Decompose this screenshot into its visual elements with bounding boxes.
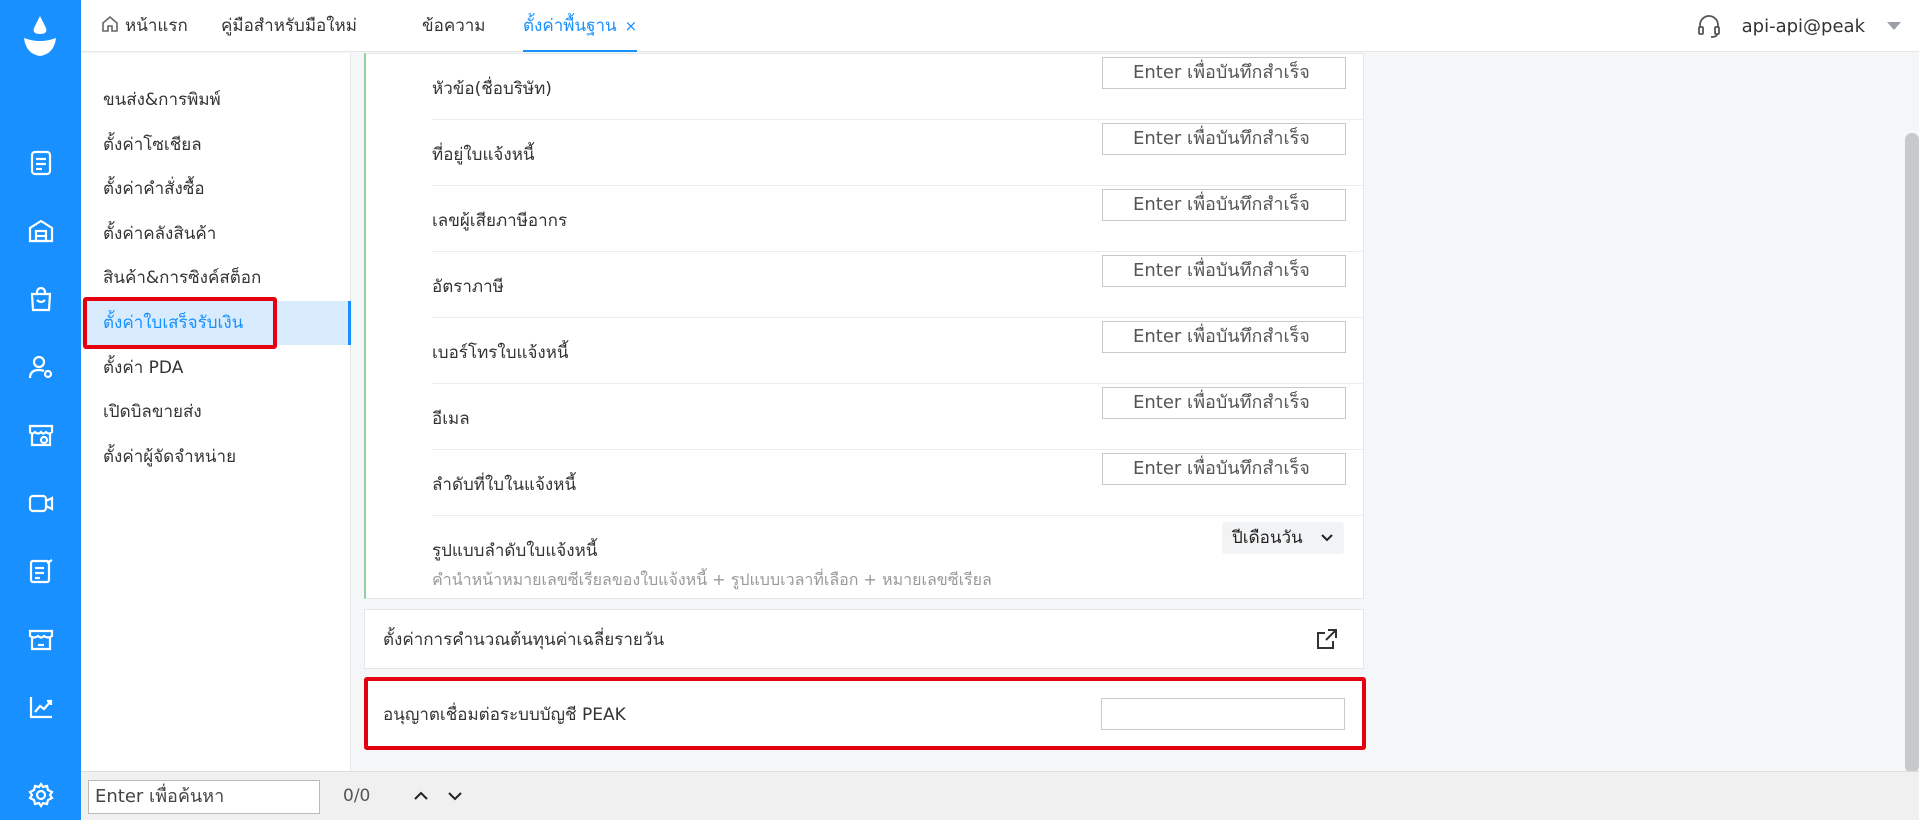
field-row-tax-id: เลขผู้เสียภาษีอากร Enter เพื่อบันทึกสำเร… xyxy=(366,186,1364,252)
field-row-invoice-sequence: ลำดับที่ใบในแจ้งหนี้ Enter เพื่อบันทึกสำ… xyxy=(366,450,1364,516)
company-title-input[interactable]: Enter เพื่อบันทึกสำเร็จ xyxy=(1102,57,1346,89)
user-name: api-api@peak xyxy=(1741,15,1865,37)
store-settings-icon[interactable] xyxy=(26,420,56,450)
field-label: ที่อยู่ใบแจ้งหนี้ xyxy=(432,145,535,165)
sidebar-item-distributor[interactable]: ตั้งค่าผู้จัดจำหน่าย xyxy=(81,435,351,479)
field-label: เลขผู้เสียภาษีอากร xyxy=(432,211,568,231)
tab-messages[interactable]: ข้อความ xyxy=(422,0,486,52)
tab-basic-settings[interactable]: ตั้งค่าพื้นฐาน × xyxy=(523,0,638,52)
find-bar: Enter เพื่อค้นหา 0/0 xyxy=(81,771,1919,820)
tab-home[interactable]: หน้าแรก xyxy=(101,0,188,52)
chart-trend-icon[interactable] xyxy=(26,692,56,722)
headset-icon[interactable] xyxy=(1696,13,1722,39)
field-row-invoice-phone: เบอร์โทรใบแจ้งหนี้ Enter เพื่อบันทึกสำเร… xyxy=(366,318,1364,384)
close-tab-icon[interactable]: × xyxy=(625,17,638,35)
peak-integration-label: อนุญาตเชื่อมต่อระบบบัญชี PEAK xyxy=(383,705,626,725)
invoice-address-input[interactable]: Enter เพื่อบันทึกสำเร็จ xyxy=(1102,123,1346,155)
sidebar-item-orders[interactable]: ตั้งค่าคำสั่งซื้อ xyxy=(81,167,351,211)
field-row-sequence-format: รูปแบบลำดับใบแจ้งหนี้ ปีเดือนวัน คำนำหน้… xyxy=(366,516,1364,600)
tab-home-label: หน้าแรก xyxy=(125,16,188,36)
field-label: ลำดับที่ใบในแจ้งหนี้ xyxy=(432,475,577,495)
user-menu[interactable]: api-api@peak xyxy=(1696,0,1901,52)
main-content: หัวข้อ(ชื่อบริษัท) Enter เพื่อบันทึกสำเร… xyxy=(352,53,1919,773)
shopping-bag-icon[interactable] xyxy=(26,284,56,314)
warehouse-icon[interactable] xyxy=(26,216,56,246)
field-row-email: อีเมล Enter เพื่อบันทึกสำเร็จ xyxy=(366,384,1364,450)
sidebar-item-wholesale-billing[interactable]: เปิดบิลขายส่ง xyxy=(81,390,351,434)
sidebar-item-products-stock-sync[interactable]: สินค้า&การซิงค์สต็อก xyxy=(81,256,351,300)
email-input[interactable]: Enter เพื่อบันทึกสำเร็จ xyxy=(1102,387,1346,419)
field-label: หัวข้อ(ชื่อบริษัท) xyxy=(432,79,552,99)
chevron-down-icon[interactable] xyxy=(445,786,465,806)
tax-id-input[interactable]: Enter เพื่อบันทึกสำเร็จ xyxy=(1102,189,1346,221)
sidebar-item-shipping-printing[interactable]: ขนส่ง&การพิมพ์ xyxy=(81,78,351,122)
external-link-icon[interactable] xyxy=(1315,627,1339,651)
find-count: 0/0 xyxy=(343,786,371,806)
tab-beginner-guide[interactable]: คู่มือสำหรับมือใหม่ xyxy=(221,0,357,52)
invoice-settings-card: หัวข้อ(ชื่อบริษัท) Enter เพื่อบันทึกสำเร… xyxy=(364,53,1364,599)
sidebar-item-social[interactable]: ตั้งค่าโซเชียล xyxy=(81,123,351,167)
date-format-value: ปีเดือนวัน xyxy=(1232,528,1303,548)
field-label: รูปแบบลำดับใบแจ้งหนี้ xyxy=(432,541,598,561)
sidebar-item-pda[interactable]: ตั้งค่า PDA xyxy=(81,346,351,390)
invoice-phone-input[interactable]: Enter เพื่อบันทึกสำเร็จ xyxy=(1102,321,1346,353)
tab-messages-label: ข้อความ xyxy=(422,16,486,36)
field-label: อีเมล xyxy=(432,409,470,429)
vertical-scrollbar[interactable] xyxy=(1905,133,1919,773)
chevron-down-icon xyxy=(1321,534,1333,542)
peak-integration-input[interactable] xyxy=(1101,698,1345,730)
invoice-sequence-input[interactable]: Enter เพื่อบันทึกสำเร็จ xyxy=(1102,453,1346,485)
user-settings-icon[interactable] xyxy=(26,352,56,382)
settings-gear-icon[interactable] xyxy=(26,780,56,810)
tab-beginner-guide-label: คู่มือสำหรับมือใหม่ xyxy=(221,16,357,36)
top-bar: หน้าแรก คู่มือสำหรับมือใหม่ ข้อความ ตั้ง… xyxy=(81,0,1919,52)
format-hint: คำนำหน้าหมายเลขซีเรียลของใบแจ้งหนี้ + รู… xyxy=(432,570,992,589)
video-icon[interactable] xyxy=(26,488,56,518)
home-icon xyxy=(102,15,118,32)
field-row-invoice-address: ที่อยู่ใบแจ้งหนี้ Enter เพื่อบันทึกสำเร็… xyxy=(366,120,1364,186)
peak-integration-card: อนุญาตเชื่อมต่อระบบบัญชี PEAK xyxy=(364,679,1364,749)
field-row-tax-rate: อัตราภาษี Enter เพื่อบันทึกสำเร็จ xyxy=(366,252,1364,318)
app-rail xyxy=(0,0,81,820)
field-label: เบอร์โทรใบแจ้งหนี้ xyxy=(432,343,569,363)
field-label: อัตราภาษี xyxy=(432,277,504,297)
daily-average-cost-label: ตั้งค่าการคำนวณต้นทุนค่าเฉลี่ยรายวัน xyxy=(383,630,665,650)
sidebar-item-warehouse[interactable]: ตั้งค่าคลังสินค้า xyxy=(81,212,351,256)
find-input[interactable]: Enter เพื่อค้นหา xyxy=(88,780,320,814)
chevron-down-icon[interactable] xyxy=(1887,22,1901,30)
tax-rate-input[interactable]: Enter เพื่อบันทึกสำเร็จ xyxy=(1102,255,1346,287)
chevron-up-icon[interactable] xyxy=(411,786,431,806)
document-icon[interactable] xyxy=(26,148,56,178)
storefront-icon[interactable] xyxy=(26,624,56,654)
date-format-select[interactable]: ปีเดือนวัน xyxy=(1222,522,1344,554)
sidebar-item-receipt-settings[interactable]: ตั้งค่าใบเสร็จรับเงิน xyxy=(81,301,351,345)
app-logo xyxy=(24,16,56,56)
edit-list-icon[interactable] xyxy=(26,556,56,586)
tab-basic-settings-label: ตั้งค่าพื้นฐาน xyxy=(523,16,617,36)
field-row-company-title: หัวข้อ(ชื่อบริษัท) Enter เพื่อบันทึกสำเร… xyxy=(366,54,1364,120)
settings-sidebar: ขนส่ง&การพิมพ์ ตั้งค่าโซเชียล ตั้งค่าคำส… xyxy=(81,53,351,771)
daily-average-cost-card[interactable]: ตั้งค่าการคำนวณต้นทุนค่าเฉลี่ยรายวัน xyxy=(364,609,1364,669)
